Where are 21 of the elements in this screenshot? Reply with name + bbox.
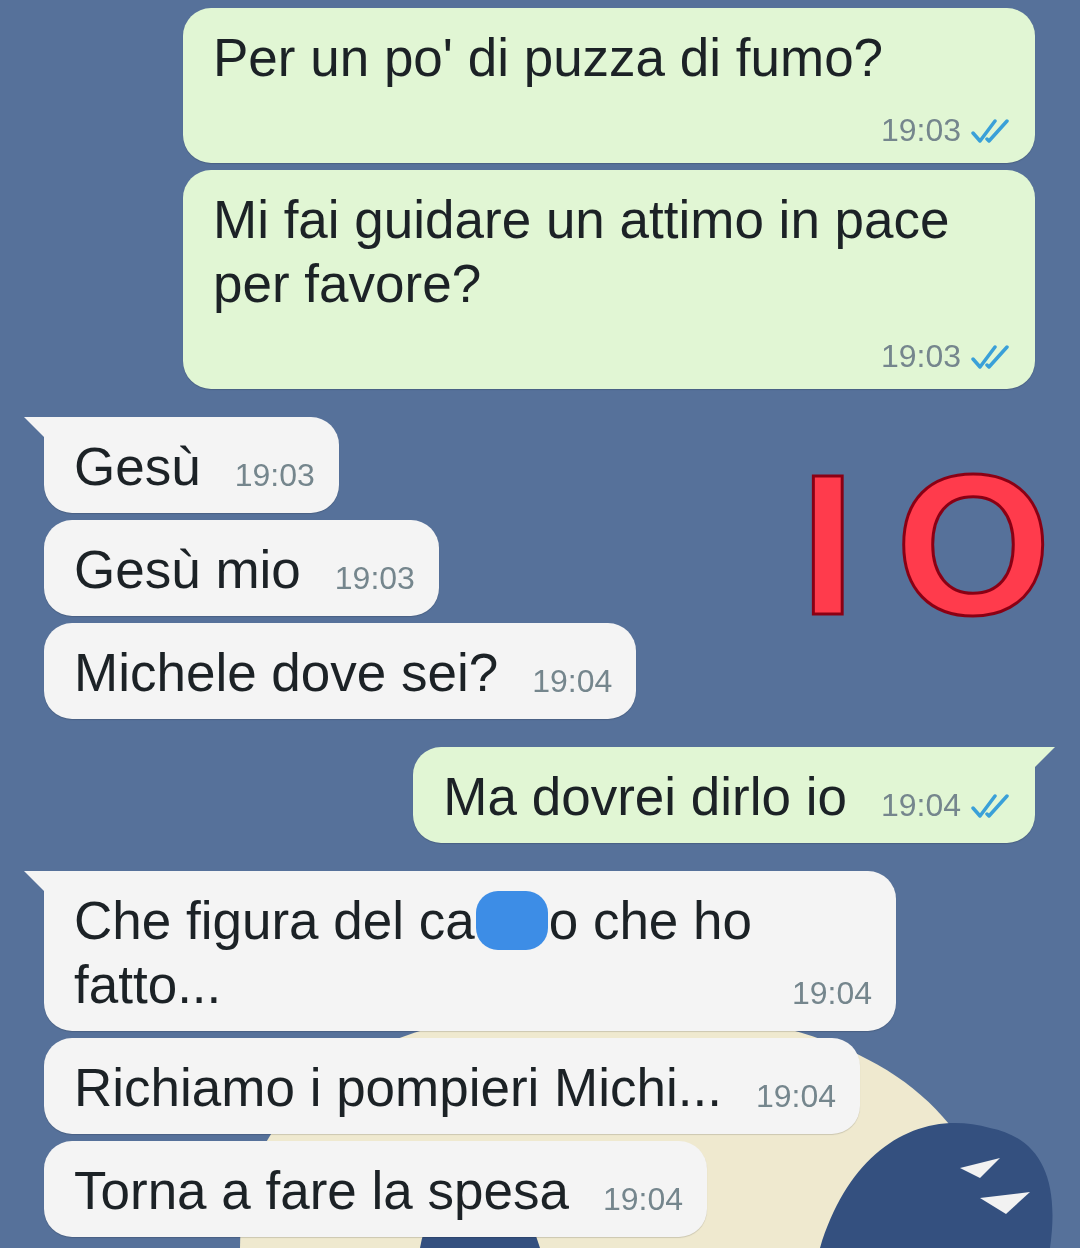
- message-text: Che figura del ca: [74, 891, 475, 950]
- message-text: Mi fai guidare un attimo in pace per favore?: [213, 189, 951, 315]
- message-text: Torna a fare la spesa: [74, 1160, 569, 1222]
- message-time: 19:04: [602, 1181, 684, 1218]
- message-text: Michele dove sei?: [74, 642, 499, 704]
- handwritten-annotation: IO: [800, 445, 1080, 645]
- message-time: 19:04: [791, 975, 872, 1012]
- message-time: 19:03: [880, 338, 961, 375]
- message-time: 19:03: [880, 112, 961, 149]
- message-text: Per un po' di puzza di fumo?: [213, 27, 884, 89]
- message-time: 19:04: [880, 787, 961, 824]
- message-text: Gesù mio: [74, 539, 301, 601]
- message-time: 19:03: [334, 560, 415, 597]
- message-time: 19:03: [234, 457, 315, 494]
- message-time: 19:04: [532, 663, 613, 700]
- message-text: Gesù: [74, 436, 201, 498]
- message-time: 19:04: [755, 1078, 837, 1115]
- message-text: Ma dovrei dirlo io: [443, 766, 847, 828]
- message-text: fatto...: [74, 955, 222, 1014]
- message-text: o che ho: [548, 891, 753, 950]
- message-text: Richiamo i pompieri Michi...: [74, 1057, 722, 1119]
